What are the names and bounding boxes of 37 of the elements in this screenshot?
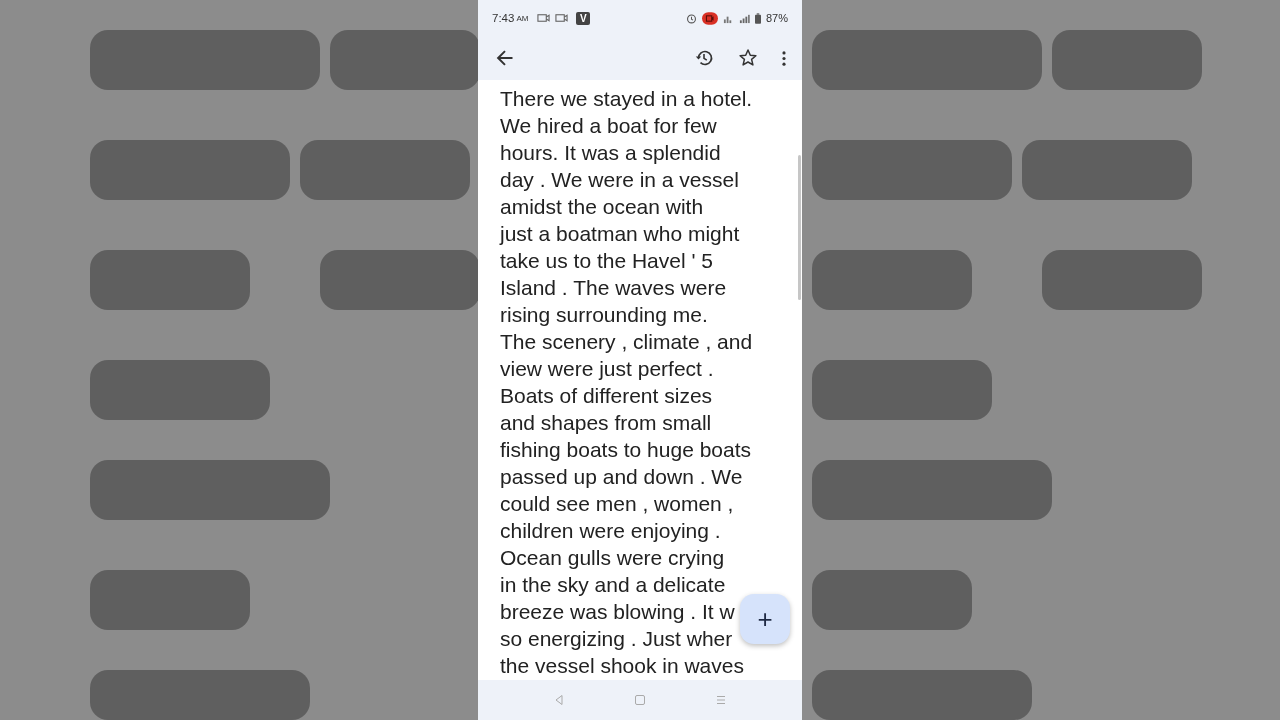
video-camera-icon [537, 13, 551, 23]
text-line: view were just perfect . [500, 356, 714, 382]
text-line: amidst the ocean with [500, 194, 704, 220]
battery-icon [754, 12, 761, 24]
text-line: so energizing . Just wher [500, 626, 733, 652]
text-line: could see men , women , [500, 491, 734, 517]
text-line: just a boatman who might [500, 221, 740, 247]
text-line: and shapes from small [500, 410, 712, 436]
text-line: take us to the Havel ' 5 [500, 248, 713, 274]
text-line: fishing boats to huge boats [500, 437, 751, 463]
more-options-icon[interactable] [782, 50, 786, 66]
text-line: Island . The waves were [500, 275, 727, 301]
text-line: the vessel shook in waves [500, 653, 744, 679]
history-icon[interactable] [694, 48, 714, 68]
video-camera-icon [555, 13, 569, 23]
text-line: Ocean gulls were crying [500, 545, 725, 571]
recording-icon [701, 11, 718, 25]
app-badge: V [576, 11, 591, 25]
back-arrow-icon[interactable] [495, 48, 515, 68]
signal-icon [738, 12, 750, 24]
text-line: hours. It was a splendid [500, 140, 721, 166]
add-button[interactable]: + [740, 594, 790, 644]
clock-meridiem: AM [516, 13, 529, 23]
alarm-clock-icon [685, 12, 697, 24]
text-line: rising surrounding me. [500, 302, 708, 328]
text-line: day . We were in a vessel [500, 167, 739, 193]
text-line: passed up and down . We [500, 464, 743, 490]
text-line: Boats of different sizes [500, 383, 713, 409]
text-line: We hired a boat for few [500, 113, 717, 139]
text-line: in the sky and a delicate [500, 572, 726, 598]
star-icon[interactable] [738, 48, 758, 68]
battery-percent: 87% [765, 12, 788, 24]
text-line: children were enjoying . [500, 518, 721, 544]
clock-time: 7:43 [492, 12, 515, 24]
text-line: The scenery , climate , and [500, 329, 753, 355]
text-line: There we stayed in a hotel. [500, 86, 753, 112]
text-line: breeze was blowing . It w [500, 599, 735, 625]
